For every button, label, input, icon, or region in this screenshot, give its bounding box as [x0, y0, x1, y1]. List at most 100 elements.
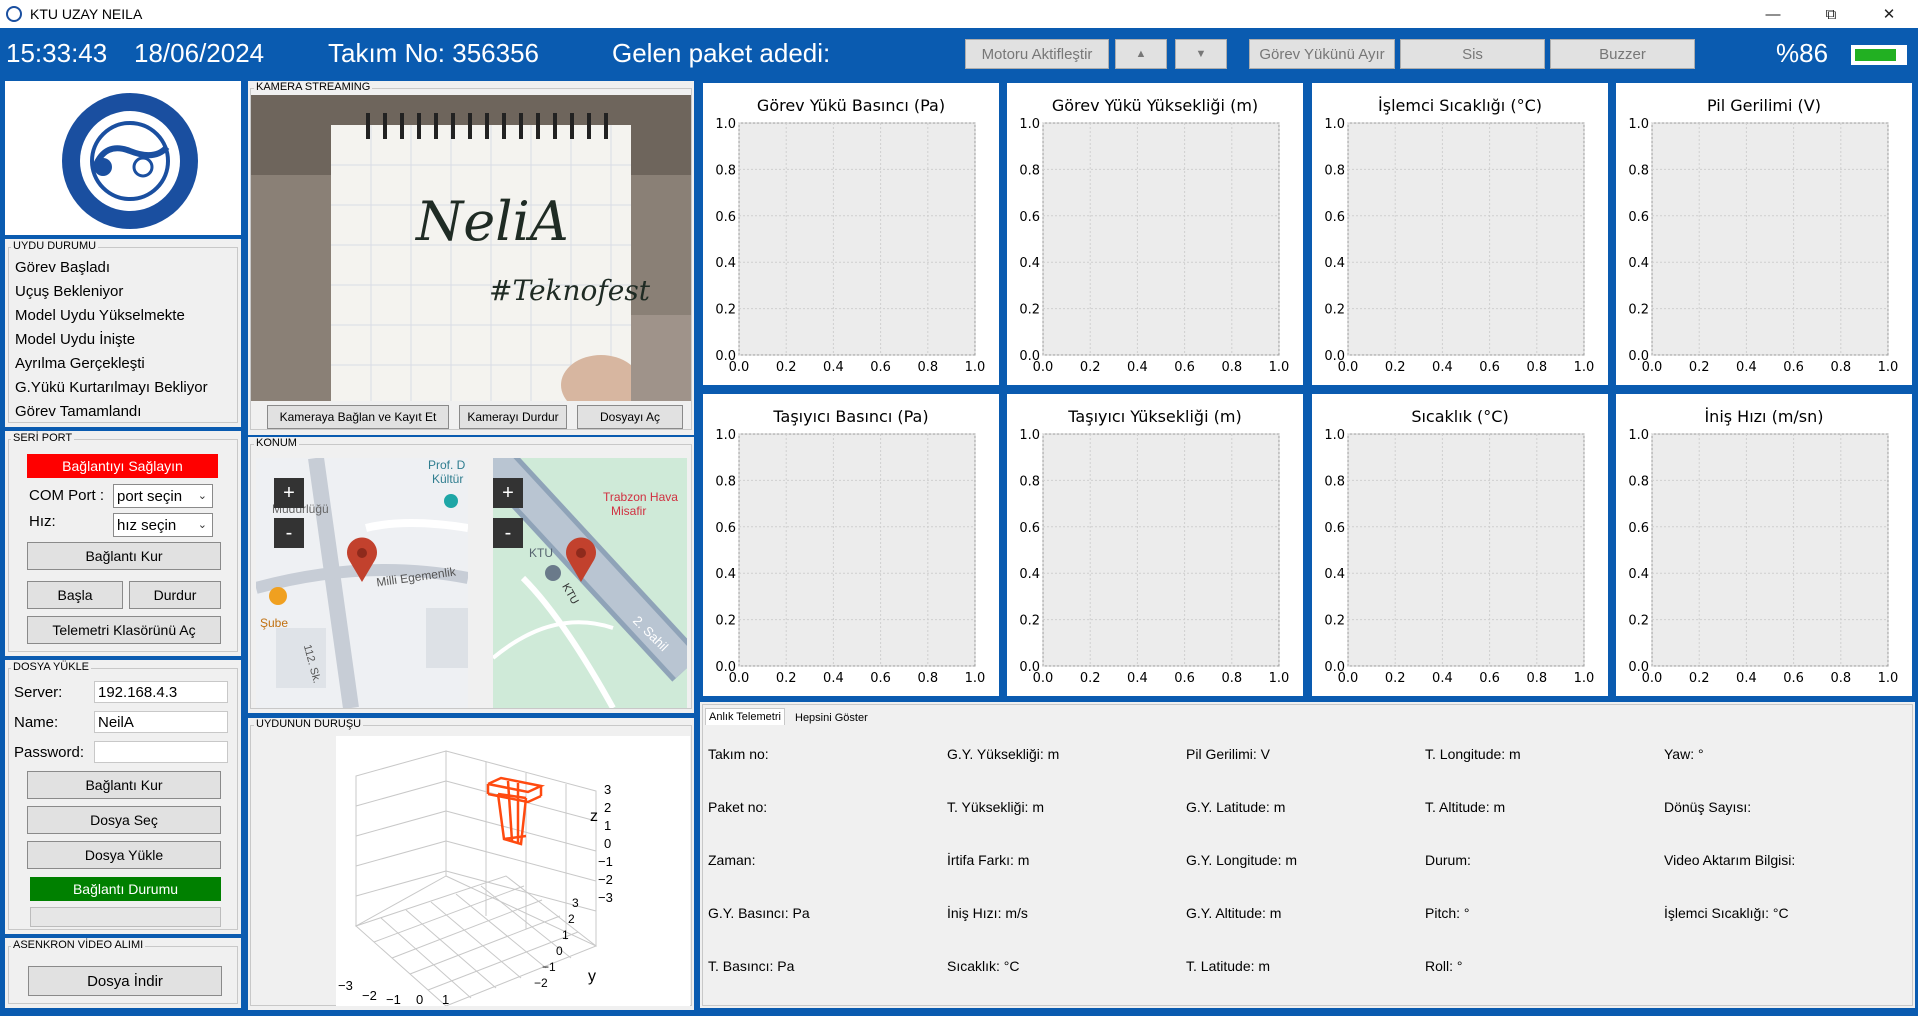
chart-title: Görev Yükü Basıncı (Pa): [757, 96, 945, 115]
y-tick-label: 0.2: [1628, 303, 1649, 318]
camera-stop-button[interactable]: Kamerayı Durdur: [459, 405, 567, 429]
y-tick-label: 0.2: [1019, 303, 1040, 318]
plot-area: [1651, 122, 1889, 356]
telemetry-field: Video Aktarım Bilgisi:: [1664, 852, 1796, 868]
tab-show-all[interactable]: Hepsini Göster: [792, 710, 871, 726]
async-video-panel: ASENKRON VİDEO ALIMI Dosya İndir: [5, 938, 241, 1008]
minimize-button[interactable]: —: [1744, 0, 1802, 28]
down-button[interactable]: ▼: [1175, 39, 1227, 69]
speed-label: Hız:: [29, 513, 56, 530]
select-file-button[interactable]: Dosya Seç: [27, 806, 221, 834]
password-field[interactable]: [94, 741, 228, 763]
location-panel: KONUM Prof. D Kültür Müdürlüğü Milli Ege…: [248, 437, 694, 713]
speed-select[interactable]: hız seçin ⌄: [113, 513, 213, 537]
map-left[interactable]: Prof. D Kültür Müdürlüğü Milli Egemenlik…: [256, 458, 468, 708]
z-tick-label: −2: [598, 872, 613, 887]
x-tick-label: 0.2: [1385, 360, 1406, 375]
x-tick-label: 0.4: [823, 671, 844, 686]
map-poi-label: Misafir: [611, 504, 647, 518]
buzzer-button[interactable]: Buzzer: [1550, 39, 1695, 69]
plot-area: [1651, 433, 1889, 667]
map-left-zoom-in-button[interactable]: +: [274, 478, 304, 508]
tab-live-telemetry[interactable]: Anlık Telemetri: [705, 708, 785, 725]
map-right[interactable]: Trabzon Hava Misafir KTU KTU 2. Sahil + …: [493, 458, 687, 708]
x-tick-label: 0.8: [917, 360, 938, 375]
com-port-select[interactable]: port seçin ⌄: [113, 484, 213, 508]
x-tick-label: 1.0: [1269, 671, 1290, 686]
restore-button[interactable]: ⧉: [1802, 0, 1860, 28]
telemetry-field: T. Yüksekliği: m: [947, 799, 1044, 815]
stop-button[interactable]: Durdur: [129, 581, 221, 609]
telemetry-panel: Anlık Telemetri Hepsini Göster Takım no:…: [700, 702, 1915, 1008]
x-tick-label: 0.6: [1479, 360, 1500, 375]
x-tick-label: −1: [386, 992, 401, 1007]
x-tick-label: 0.6: [1174, 360, 1195, 375]
password-label: Password:: [14, 744, 85, 761]
y-tick-label: 0.4: [715, 567, 736, 582]
y-tick-label: 0.6: [1324, 521, 1345, 536]
y-tick-label: −1: [542, 960, 556, 974]
open-telemetry-folder-button[interactable]: Telemetri Klasörünü Aç: [27, 616, 221, 644]
chart-svg: 0.0 0.2 0.4 0.6 0.8 1.00.00.20.40.60.81.0Sıca…: [1324, 407, 1594, 686]
status-item: Ayrılma Gerçekleşti: [15, 355, 145, 372]
x-tick-label: 1.0: [1878, 671, 1899, 686]
start-button[interactable]: Başla: [27, 581, 123, 609]
x-tick-label: 0.6: [1479, 671, 1500, 686]
y-tick-label: 0.2: [715, 303, 736, 318]
y-tick-label: 0.0: [1628, 349, 1649, 364]
status-item: Uçuş Bekleniyor: [15, 283, 124, 300]
plot-area: [1042, 433, 1280, 667]
y-tick-label: 0.4: [715, 256, 736, 271]
y-tick-label: 0.8: [1324, 474, 1345, 489]
z-axis-label: z: [590, 808, 598, 825]
upload-file-button[interactable]: Dosya Yükle: [27, 841, 221, 869]
motor-activate-button[interactable]: Motoru Aktifleştir: [965, 39, 1109, 69]
status-item: Model Uydu Yükselmekte: [15, 307, 185, 324]
attitude-panel: UYDUNUN DURUŞU z y 3 2 1 0 −1 −2 −3 −3 −…: [248, 718, 694, 1010]
open-file-button[interactable]: Dosyayı Aç: [577, 405, 683, 429]
x-tick-label: 0.2: [1080, 671, 1101, 686]
up-button[interactable]: ▲: [1115, 39, 1167, 69]
x-tick-label: −2: [362, 988, 377, 1003]
telemetry-field: İşlemci Sıcaklığı: °C: [1664, 905, 1789, 921]
chart-title: Görev Yükü Yüksekliği (m): [1052, 96, 1258, 115]
camera-group-title: KAMERA STREAMING: [254, 81, 373, 93]
x-tick-label: 0.2: [1689, 360, 1710, 375]
chart-svg: 0.0 0.2 0.4 0.6 0.8 1.00.00.20.40.60.81.0Göre…: [1019, 96, 1289, 375]
status-item: G.Yükü Kurtarılmayı Bekliyor: [15, 379, 208, 396]
y-tick-label: 0.4: [1324, 256, 1345, 271]
y-tick-label: 0.2: [1019, 614, 1040, 629]
map-right-zoom-in-button[interactable]: +: [493, 478, 523, 508]
x-tick-label: 0.8: [1526, 671, 1547, 686]
x-tick-label: 0.6: [1174, 671, 1195, 686]
camera-connect-record-button[interactable]: Kameraya Bağlan ve Kayıt Et: [267, 405, 449, 429]
telemetry-field: T. Altitude: m: [1425, 799, 1506, 815]
name-field[interactable]: NeilA: [94, 711, 228, 733]
y-tick-label: 0.8: [1628, 163, 1649, 178]
y-tick-label: 0.2: [715, 614, 736, 629]
y-tick-label: 2: [568, 912, 575, 926]
battery-percent: %86: [1776, 38, 1829, 68]
chart-title: Taşıyıcı Yüksekliği (m): [1067, 407, 1241, 426]
separate-payload-button[interactable]: Görev Yükünü Ayır: [1249, 39, 1395, 69]
com-port-label: COM Port :: [29, 487, 105, 504]
close-button[interactable]: ✕: [1860, 0, 1918, 28]
chart-title: İşlemci Sıcaklığı (°C): [1378, 96, 1542, 115]
map-right-zoom-out-button[interactable]: -: [493, 518, 523, 548]
map-left-zoom-out-button[interactable]: -: [274, 518, 304, 548]
telemetry-field: Dönüş Sayısı:: [1664, 799, 1752, 815]
download-file-button[interactable]: Dosya İndir: [28, 966, 222, 996]
server-label: Server:: [14, 684, 63, 701]
telemetry-field: Sıcaklık: °C: [947, 958, 1020, 974]
y-tick-label: 0.0: [715, 349, 736, 364]
y-tick-label: 0.0: [1628, 660, 1649, 675]
serial-connect-button[interactable]: Bağlantı Kur: [27, 542, 221, 570]
chart-svg: 0.0 0.2 0.4 0.6 0.8 1.00.00.20.40.60.81.0İniş…: [1628, 407, 1899, 686]
upload-connect-button[interactable]: Bağlantı Kur: [27, 771, 221, 799]
y-tick-label: 0.8: [715, 474, 736, 489]
satellite-status-panel: UYDU DURUMU Görev Başladı Uçuş Bekleniyo…: [5, 239, 241, 427]
top-bar: 15:33:43 18/06/2024 Takım No: 356356 Gel…: [0, 28, 1918, 78]
y-tick-label: 0.6: [715, 521, 736, 536]
server-field[interactable]: 192.168.4.3: [94, 681, 228, 703]
sis-button[interactable]: Sis: [1400, 39, 1545, 69]
